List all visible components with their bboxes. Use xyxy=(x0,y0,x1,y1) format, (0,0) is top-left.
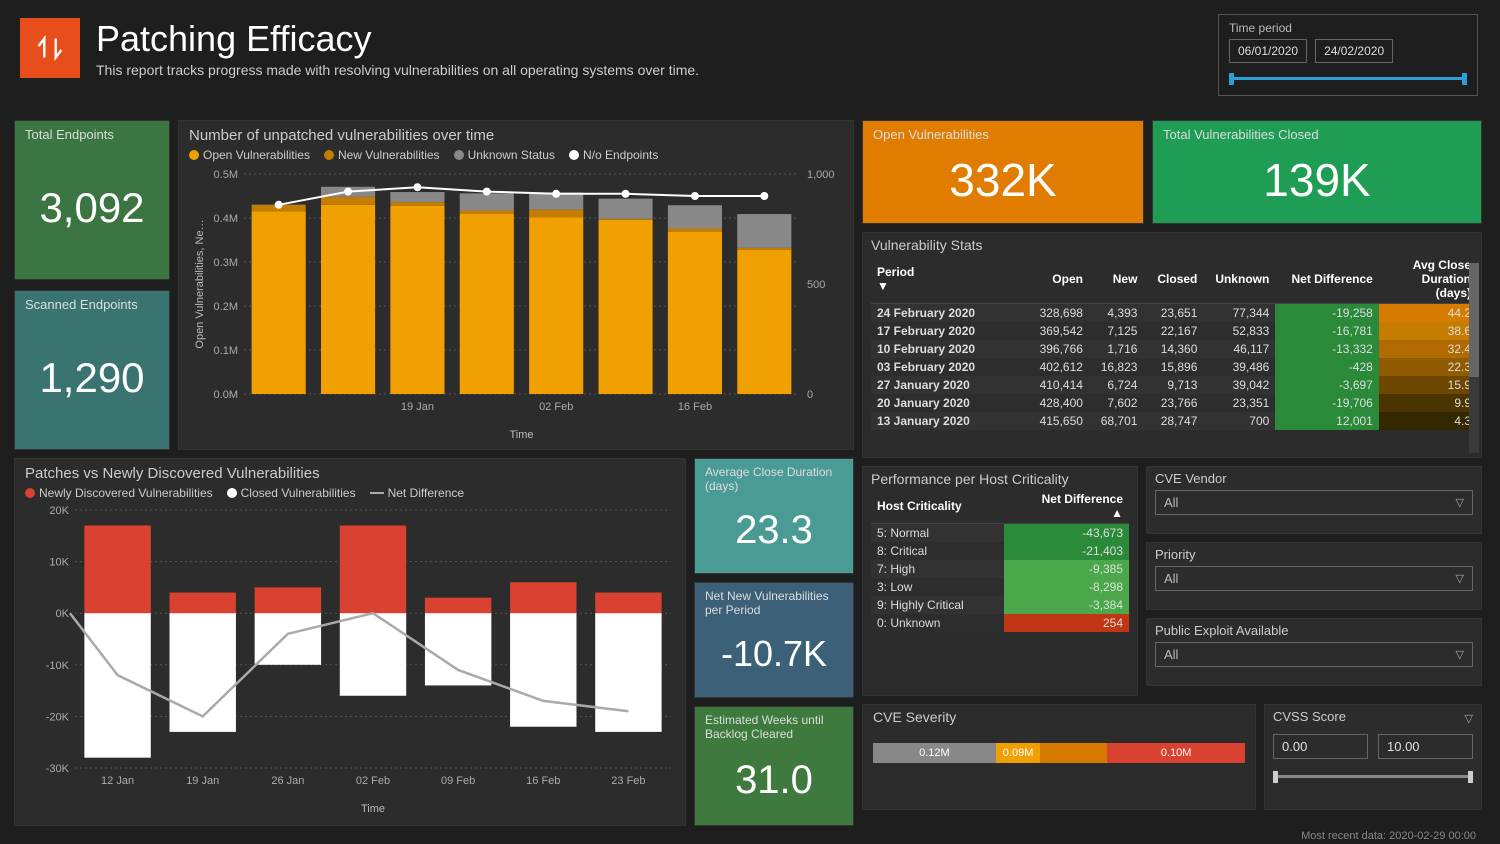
svg-text:Time: Time xyxy=(361,803,385,815)
filter-cvss-score[interactable]: CVSS Score ▽ 0.00 10.00 xyxy=(1264,704,1482,810)
svg-text:-10K: -10K xyxy=(46,660,70,672)
card-value: 31.0 xyxy=(705,741,843,819)
card-value: 332K xyxy=(873,142,1133,217)
card-avg-close-duration[interactable]: Average Close Duration (days) 23.3 xyxy=(694,458,854,574)
svg-text:0.0M: 0.0M xyxy=(214,389,238,401)
table-title: Performance per Host Criticality xyxy=(871,471,1129,487)
footer-note: Most recent data: 2020-02-29 00:00 xyxy=(1301,830,1476,842)
card-open-vulnerabilities[interactable]: Open Vulnerabilities 332K xyxy=(862,120,1144,224)
filter-select[interactable]: All ▽ xyxy=(1155,642,1473,667)
chevron-down-icon: ▽ xyxy=(1456,648,1464,661)
page-title: Patching Efficacy xyxy=(96,18,699,60)
filter-label: CVE Vendor xyxy=(1155,471,1473,486)
card-value: 139K xyxy=(1163,142,1471,217)
card-value: 1,290 xyxy=(25,312,159,443)
svg-text:09 Feb: 09 Feb xyxy=(441,775,475,787)
svg-text:0K: 0K xyxy=(56,608,70,620)
card-value: 23.3 xyxy=(705,493,843,567)
chart-canvas: -30K -20K -10K 0K 10K 20K 12 Jan 19 Jan 26 Jan 02… xyxy=(25,502,681,818)
table-vulnerability-stats[interactable]: Vulnerability Stats Period▼OpenNewClosed… xyxy=(862,232,1482,458)
svg-text:16 Feb: 16 Feb xyxy=(678,401,712,413)
card-total-closed[interactable]: Total Vulnerabilities Closed 139K xyxy=(1152,120,1482,224)
severity-bar: 0.12M0.09M0.10M xyxy=(873,743,1245,763)
card-net-new-per-period[interactable]: Net New Vulnerabilities per Period -10.7… xyxy=(694,582,854,698)
chart-title: CVE Severity xyxy=(873,709,1245,725)
svg-text:12 Jan: 12 Jan xyxy=(101,775,134,787)
card-weeks-backlog[interactable]: Estimated Weeks until Backlog Cleared 31… xyxy=(694,706,854,826)
filter-priority[interactable]: Priority All ▽ xyxy=(1146,542,1482,610)
chart-legend: Open Vulnerabilities New Vulnerabilities… xyxy=(189,148,843,162)
svg-text:0.1M: 0.1M xyxy=(214,345,238,357)
svg-text:500: 500 xyxy=(807,279,825,291)
chart-unpatched-over-time[interactable]: Number of unpatched vulnerabilities over… xyxy=(178,120,854,450)
chart-legend: Newly Discovered Vulnerabilities Closed … xyxy=(25,486,675,500)
filter-select[interactable]: All ▽ xyxy=(1155,490,1473,515)
card-title: Net New Vulnerabilities per Period xyxy=(705,589,843,617)
chevron-down-icon: ▽ xyxy=(1456,572,1464,585)
svg-text:16 Feb: 16 Feb xyxy=(526,775,560,787)
svg-text:0: 0 xyxy=(807,389,813,401)
card-scanned-endpoints[interactable]: Scanned Endpoints 1,290 xyxy=(14,290,170,450)
card-title: Total Vulnerabilities Closed xyxy=(1163,127,1471,142)
card-title: Open Vulnerabilities xyxy=(873,127,1133,142)
chevron-down-icon: ▽ xyxy=(1456,496,1464,509)
svg-text:1,000: 1,000 xyxy=(807,169,835,181)
filter-cve-vendor[interactable]: CVE Vendor All ▽ xyxy=(1146,466,1482,534)
svg-text:26 Jan: 26 Jan xyxy=(271,775,304,787)
time-period-to[interactable]: 24/02/2020 xyxy=(1315,39,1393,63)
svg-text:02 Feb: 02 Feb xyxy=(539,401,573,413)
chart-cve-severity[interactable]: CVE Severity 0.12M0.09M0.10M xyxy=(862,704,1256,810)
svg-text:20K: 20K xyxy=(49,505,69,517)
card-total-endpoints[interactable]: Total Endpoints 3,092 xyxy=(14,120,170,280)
svg-text:Time: Time xyxy=(509,429,533,441)
svg-text:0.2M: 0.2M xyxy=(214,301,238,313)
scrollbar[interactable] xyxy=(1469,263,1479,453)
svg-text:Open Vulnerabilities, Ne…: Open Vulnerabilities, Ne… xyxy=(194,219,206,348)
chart-title: Patches vs Newly Discovered Vulnerabilit… xyxy=(25,465,675,482)
svg-text:-20K: -20K xyxy=(46,711,70,723)
time-period-slider[interactable] xyxy=(1229,71,1467,85)
card-value: 3,092 xyxy=(25,142,159,273)
svg-text:10K: 10K xyxy=(49,557,69,569)
card-value: -10.7K xyxy=(705,617,843,691)
filter-select[interactable]: All ▽ xyxy=(1155,566,1473,591)
card-title: Total Endpoints xyxy=(25,127,159,142)
time-period-from[interactable]: 06/01/2020 xyxy=(1229,39,1307,63)
time-period-label: Time period xyxy=(1229,21,1467,35)
chevron-down-icon: ▽ xyxy=(1465,712,1473,725)
table-title: Vulnerability Stats xyxy=(871,237,1477,253)
page-subtitle: This report tracks progress made with re… xyxy=(96,62,699,78)
svg-text:-30K: -30K xyxy=(46,763,70,775)
filter-label: Priority xyxy=(1155,547,1473,562)
svg-text:23 Feb: 23 Feb xyxy=(611,775,645,787)
filter-label: CVSS Score xyxy=(1273,709,1346,724)
card-title: Estimated Weeks until Backlog Cleared xyxy=(705,713,843,741)
svg-text:0.3M: 0.3M xyxy=(214,257,238,269)
svg-text:02 Feb: 02 Feb xyxy=(356,775,390,787)
time-period-filter[interactable]: Time period 06/01/2020 24/02/2020 xyxy=(1218,14,1478,96)
svg-text:0.4M: 0.4M xyxy=(214,213,238,225)
filter-public-exploit[interactable]: Public Exploit Available All ▽ xyxy=(1146,618,1482,686)
cvss-slider[interactable] xyxy=(1273,769,1473,783)
chart-canvas: 0.0M 0.1M 0.2M 0.3M 0.4M 0.5M 0 500 1,000 19 Jan 0… xyxy=(189,164,849,444)
card-title: Scanned Endpoints xyxy=(25,297,159,312)
app-logo xyxy=(20,18,80,78)
card-title: Average Close Duration (days) xyxy=(705,465,843,493)
cvss-to[interactable]: 10.00 xyxy=(1378,734,1473,759)
cvss-from[interactable]: 0.00 xyxy=(1273,734,1368,759)
chart-patches-vs-discovered[interactable]: Patches vs Newly Discovered Vulnerabilit… xyxy=(14,458,686,826)
chart-title: Number of unpatched vulnerabilities over… xyxy=(189,127,843,144)
svg-text:19 Jan: 19 Jan xyxy=(401,401,434,413)
svg-text:0.5M: 0.5M xyxy=(214,169,238,181)
filter-label: Public Exploit Available xyxy=(1155,623,1473,638)
table-host-criticality[interactable]: Performance per Host Criticality Host Cr… xyxy=(862,466,1138,696)
svg-text:19 Jan: 19 Jan xyxy=(186,775,219,787)
